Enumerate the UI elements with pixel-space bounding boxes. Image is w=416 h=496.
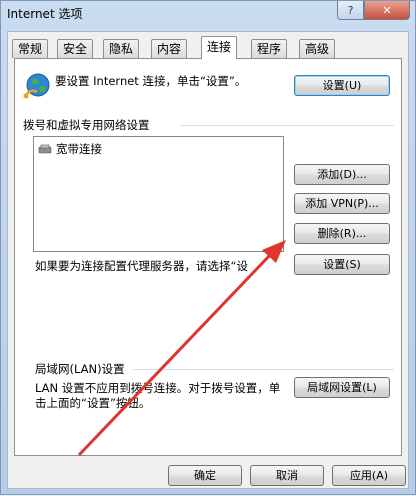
close-icon: ✕ xyxy=(382,3,392,17)
tab-connections[interactable]: 连接 xyxy=(201,36,238,59)
globe-icon xyxy=(23,72,51,100)
tab-general[interactable]: 常规 xyxy=(12,39,49,58)
setup-description: 要设置 Internet 连接，单击“设置”。 xyxy=(55,74,247,88)
add-connection-button[interactable]: 添加(D)... xyxy=(294,164,390,185)
add-vpn-button[interactable]: 添加 VPN(P)... xyxy=(294,193,390,214)
broadband-connection-icon xyxy=(38,143,52,155)
dialup-connections-list[interactable]: 宽带连接 xyxy=(33,136,284,252)
dialog-client: 常规 安全 隐私 内容 连接 程序 高级 要设置 Internet 连接，单击“… xyxy=(7,31,409,489)
remove-connection-button[interactable]: 删除(R)... xyxy=(294,223,390,244)
close-button[interactable]: ✕ xyxy=(364,1,410,20)
list-item[interactable]: 宽带连接 xyxy=(38,141,102,157)
proxy-settings-button[interactable]: 设置(S) xyxy=(294,254,390,275)
dialup-separator xyxy=(180,125,394,126)
proxy-description: 如果要为连接配置代理服务器，请选择“设 xyxy=(35,259,248,273)
help-button[interactable]: ? xyxy=(337,1,364,20)
tab-privacy[interactable]: 隐私 xyxy=(103,39,140,58)
lan-settings-button[interactable]: 局域网设置(L) xyxy=(294,377,390,398)
apply-button[interactable]: 应用(A) xyxy=(332,465,406,486)
connection-name: 宽带连接 xyxy=(56,142,102,156)
tab-content[interactable]: 内容 xyxy=(151,39,188,58)
ok-button[interactable]: 确定 xyxy=(168,465,242,486)
lan-separator xyxy=(133,369,394,370)
tab-security[interactable]: 安全 xyxy=(57,39,94,58)
lan-group-label: 局域网(LAN)设置 xyxy=(35,362,125,376)
tab-programs[interactable]: 程序 xyxy=(251,39,288,58)
title-bar[interactable]: Internet 选项 ? ✕ xyxy=(1,1,415,23)
lan-description: LAN 设置不应用到拨号连接。对于拨号设置，单击上面的“设置”按钮。 xyxy=(35,381,281,410)
connections-panel: 要设置 Internet 连接，单击“设置”。 设置(U) 拨号和虚拟专用网络设… xyxy=(14,58,402,456)
dialup-group-label: 拨号和虚拟专用网络设置 xyxy=(23,118,150,132)
cancel-button[interactable]: 取消 xyxy=(250,465,324,486)
internet-options-window: Internet 选项 ? ✕ 常规 安全 隐私 内容 连接 程序 高级 要设置… xyxy=(0,0,416,495)
help-icon: ? xyxy=(347,3,354,17)
window-title: Internet 选项 xyxy=(7,7,83,21)
setup-button[interactable]: 设置(U) xyxy=(294,75,390,96)
tab-advanced[interactable]: 高级 xyxy=(299,39,336,58)
